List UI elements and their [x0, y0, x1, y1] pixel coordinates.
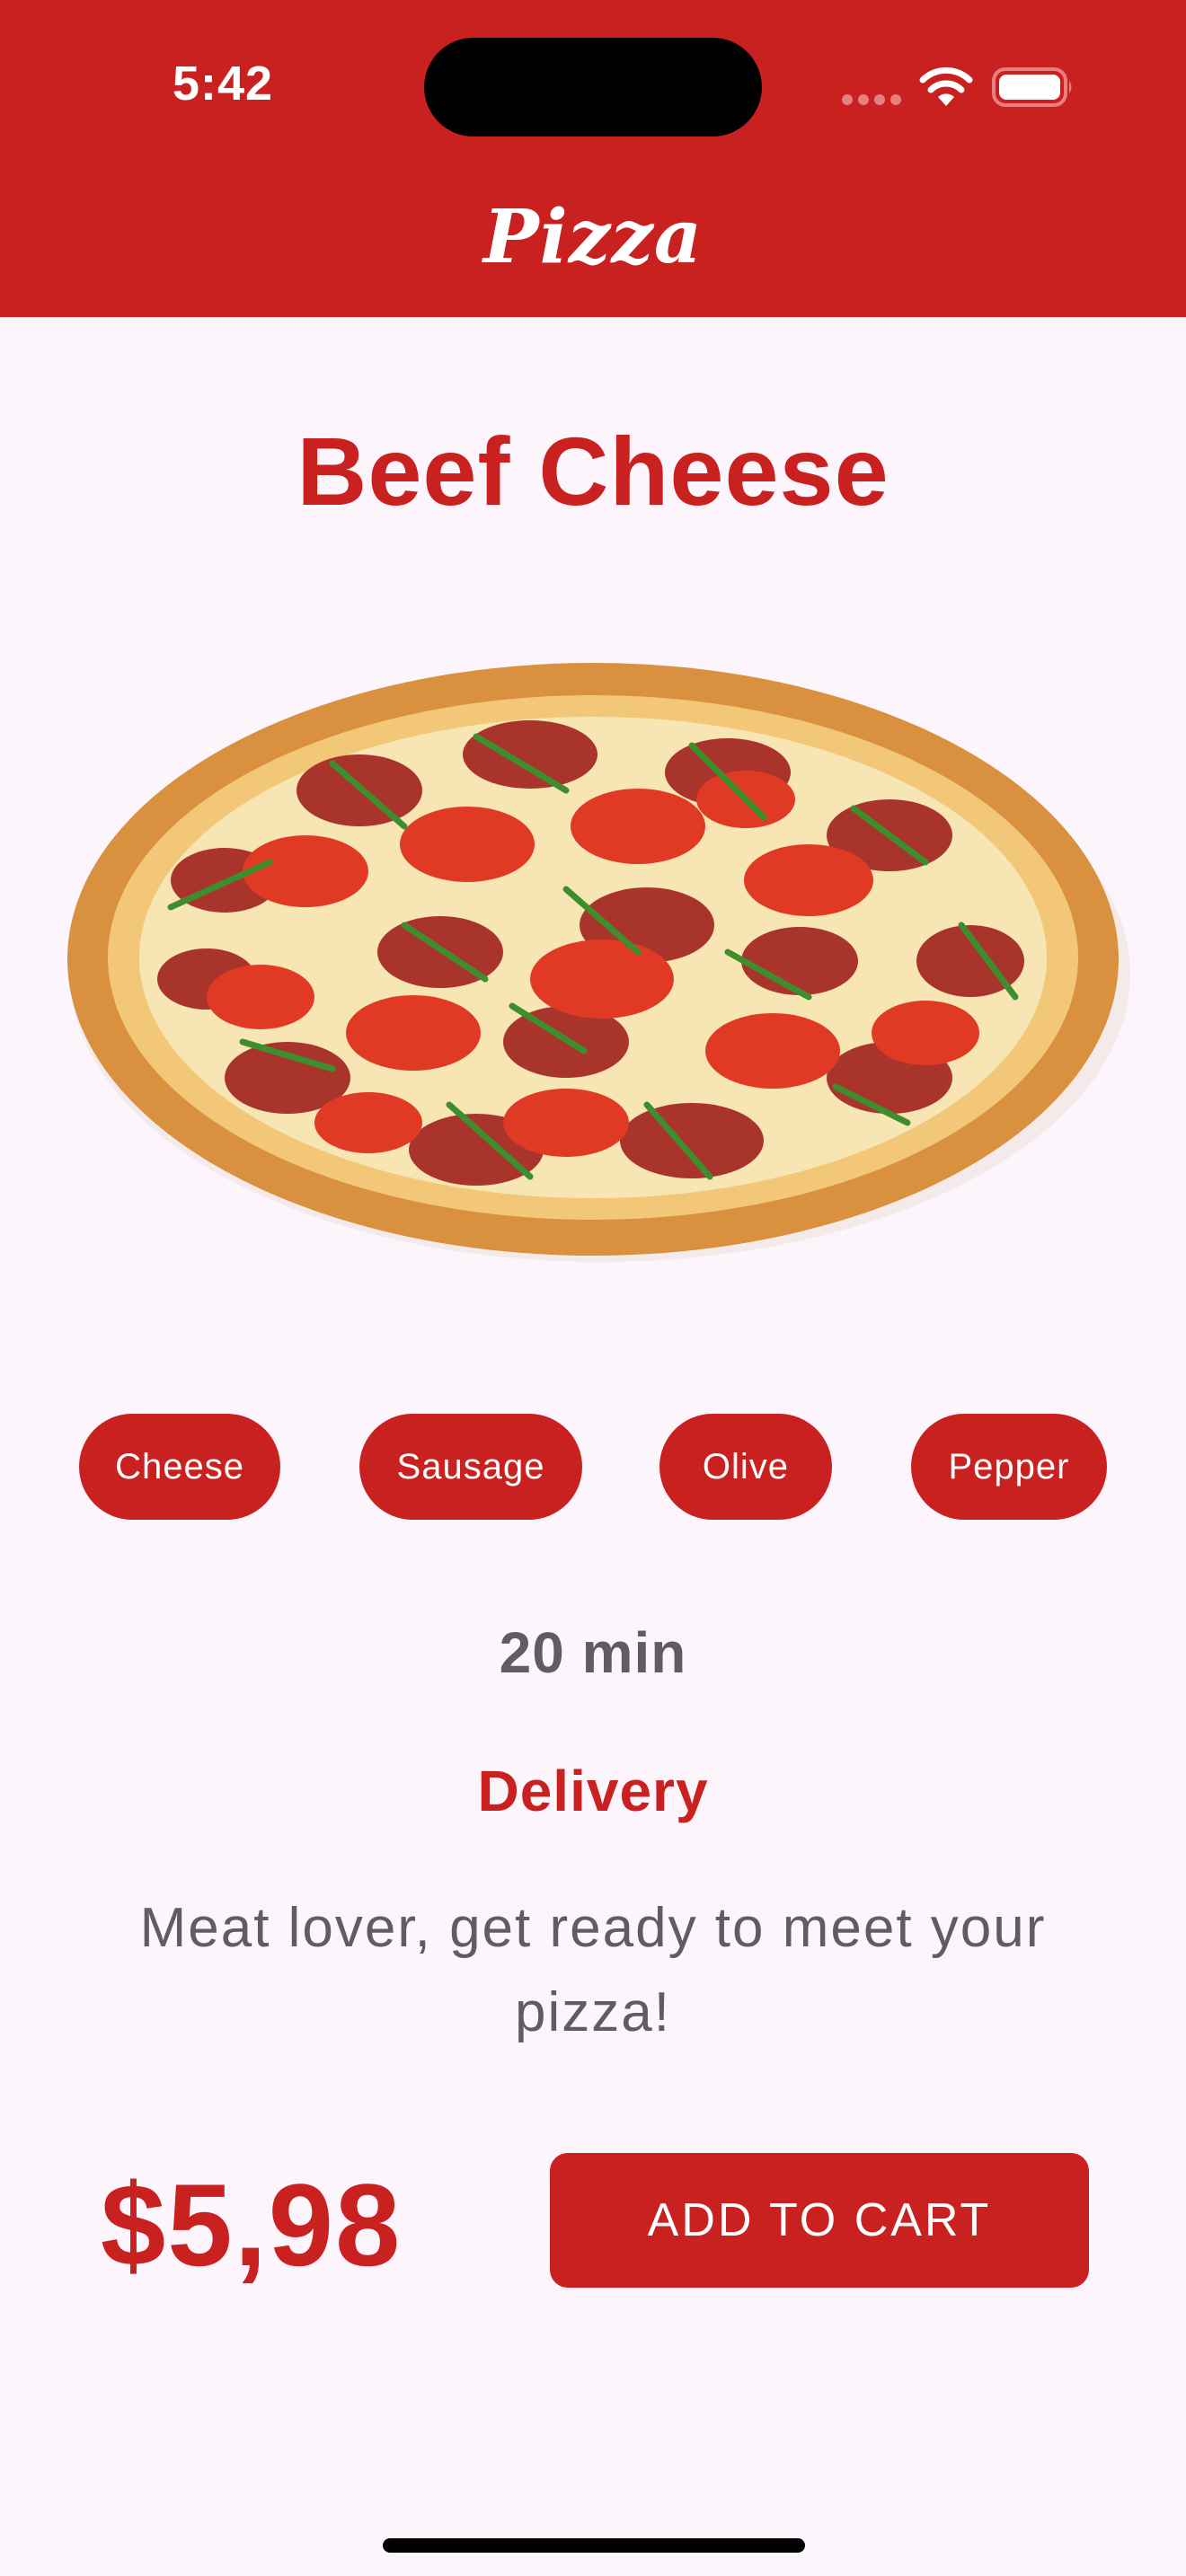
ingredient-chip-cheese[interactable]: Cheese: [79, 1414, 280, 1520]
status-bar-time: 5:42: [173, 57, 274, 110]
product-price: $5,98: [101, 2159, 403, 2290]
app-header: 5:42 Pizza: [0, 0, 1186, 317]
pizza-image: [67, 663, 1130, 1262]
ingredient-chip-pepper[interactable]: Pepper: [911, 1414, 1107, 1520]
cellular-signal-icon: [842, 94, 901, 105]
delivery-time: 20 min: [499, 1620, 687, 1685]
app-title: Pizza: [482, 194, 704, 280]
product-description: Meat lover, get ready to meet your pizza…: [139, 1897, 1047, 2043]
product-title: Beef Cheese: [296, 417, 890, 525]
home-indicator[interactable]: [383, 2538, 805, 2553]
add-to-cart-button[interactable]: ADD TO CART: [550, 2153, 1089, 2288]
ingredient-chip-olive[interactable]: Olive: [659, 1414, 832, 1520]
delivery-label: Delivery: [477, 1759, 709, 1823]
wifi-icon: [919, 66, 973, 106]
ingredient-chip-sausage[interactable]: Sausage: [359, 1414, 582, 1520]
battery-icon: [992, 67, 1072, 107]
dynamic-island: [424, 38, 762, 137]
